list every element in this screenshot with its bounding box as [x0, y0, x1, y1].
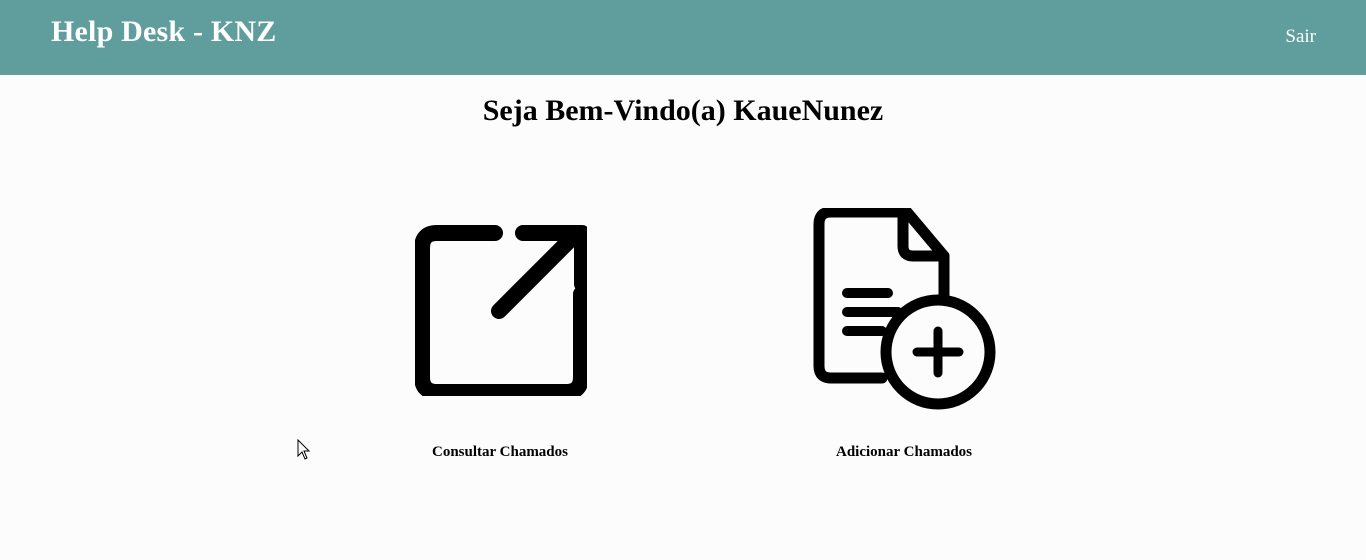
- mouse-pointer-icon: [297, 439, 311, 460]
- brand-title[interactable]: Help Desk - KNZ: [51, 15, 277, 49]
- consultar-chamados-card[interactable]: Consultar Chamados: [370, 196, 630, 476]
- logout-link[interactable]: Sair: [1285, 26, 1316, 48]
- navbar: Help Desk - KNZ Sair: [0, 0, 1366, 75]
- adicionar-chamados-card[interactable]: Adicionar Chamados: [774, 196, 1034, 476]
- external-link-icon[interactable]: [415, 224, 587, 396]
- file-add-icon[interactable]: [812, 208, 998, 410]
- adicionar-chamados-label: Adicionar Chamados: [836, 444, 972, 460]
- welcome-heading: Seja Bem-Vindo(a) KaueNunez: [482, 94, 884, 127]
- consultar-chamados-label: Consultar Chamados: [431, 444, 568, 460]
